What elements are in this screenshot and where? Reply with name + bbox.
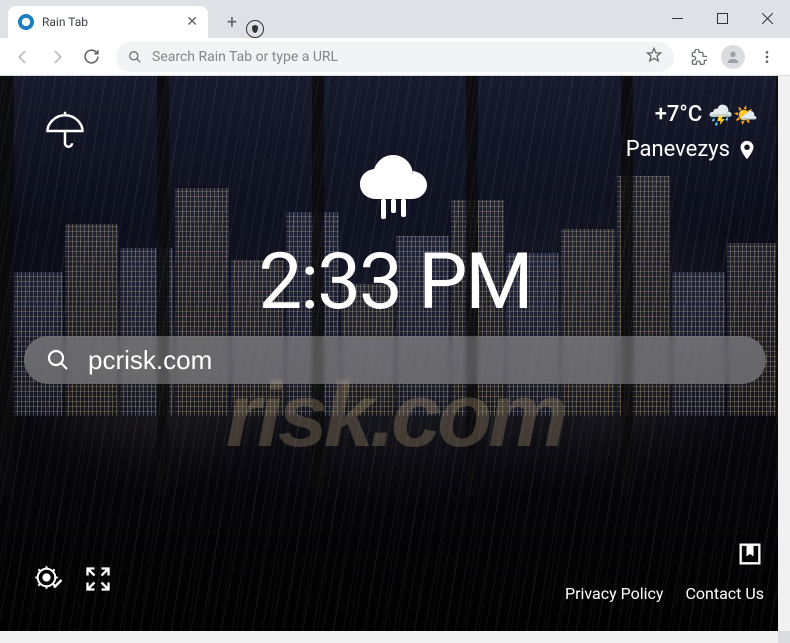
new-tab-button[interactable]: + <box>218 8 246 36</box>
main-search-input[interactable] <box>88 345 744 376</box>
vertical-scrollbar[interactable] <box>778 76 790 631</box>
bottom-left-controls <box>34 565 112 599</box>
bookmarks-icon[interactable] <box>736 540 764 572</box>
extensions-button[interactable] <box>684 42 714 72</box>
search-icon <box>46 348 70 372</box>
weather-condition-icon: ⛈️🌤️ <box>708 103 758 127</box>
tab-favicon-icon <box>18 14 34 30</box>
profile-button[interactable] <box>718 42 748 72</box>
search-icon <box>128 50 142 64</box>
rain-cloud-icon <box>355 151 435 227</box>
window-maximize-button[interactable] <box>700 2 745 34</box>
security-badge-icon[interactable] <box>246 20 264 38</box>
window-controls <box>655 2 790 34</box>
nav-forward-button[interactable] <box>42 42 72 72</box>
horizontal-scrollbar[interactable] <box>0 631 778 643</box>
contact-us-link[interactable]: Contact Us <box>685 584 764 603</box>
tab-close-button[interactable]: ✕ <box>186 14 198 30</box>
omnibox-placeholder: Search Rain Tab or type a URL <box>152 49 636 65</box>
center-widget: 2:33 PM <box>0 151 790 328</box>
browser-titlebar: Rain Tab ✕ + <box>0 0 790 38</box>
bottom-right-controls: Privacy Policy Contact Us <box>565 540 764 603</box>
scroll-corner <box>778 631 790 643</box>
clock-time: 2:33 PM <box>258 237 531 328</box>
umbrella-icon[interactable] <box>44 110 86 156</box>
omnibox[interactable]: Search Rain Tab or type a URL <box>116 42 674 72</box>
weather-temperature: +7°C <box>655 102 703 127</box>
nav-reload-button[interactable] <box>76 42 106 72</box>
window-close-button[interactable] <box>745 2 790 34</box>
bookmark-star-icon[interactable] <box>646 47 662 67</box>
browser-tab[interactable]: Rain Tab ✕ <box>8 6 208 38</box>
menu-button[interactable] <box>752 42 782 72</box>
footer-links: Privacy Policy Contact Us <box>565 584 764 603</box>
browser-toolbar: Search Rain Tab or type a URL <box>0 38 790 76</box>
tab-title: Rain Tab <box>42 15 178 29</box>
window-minimize-button[interactable] <box>655 2 700 34</box>
page-content: risk.com +7°C ⛈️🌤️ Panevezys 2:3 <box>0 76 790 631</box>
privacy-policy-link[interactable]: Privacy Policy <box>565 584 664 603</box>
main-search-bar[interactable] <box>24 336 766 384</box>
nav-back-button[interactable] <box>8 42 38 72</box>
settings-button[interactable] <box>34 565 64 599</box>
fullscreen-button[interactable] <box>84 565 112 599</box>
